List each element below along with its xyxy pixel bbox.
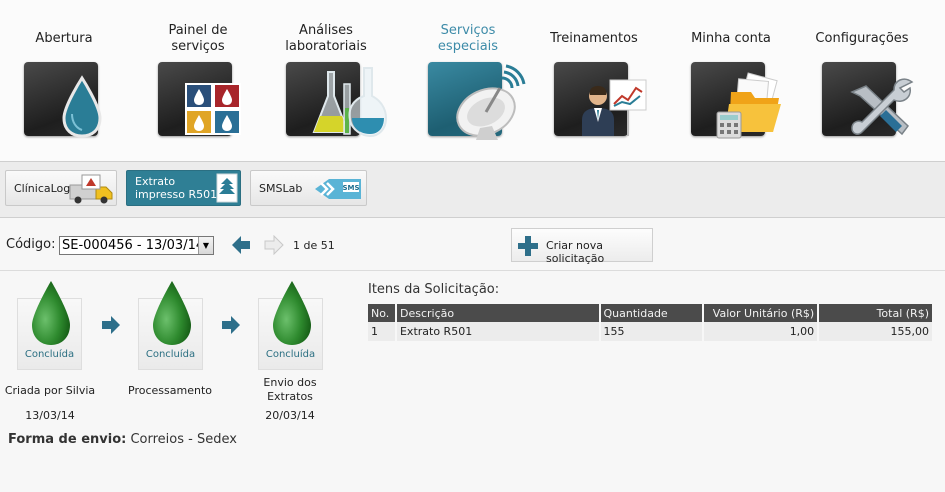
cell-descricao: Extrato R501 [395, 322, 601, 341]
pager-indicator: 1 de 51 [293, 239, 335, 252]
nav-abertura[interactable]: Abertura [0, 0, 129, 150]
nav-treinamentos-label: Treinamentos [550, 31, 638, 46]
stage-3-date: 20/03/14 [265, 409, 315, 422]
stage-3-caption: Envio dos Extratos [263, 376, 317, 403]
shipping-value: Correios - Sedex [130, 432, 237, 447]
stage-2-status: Concluída [145, 349, 196, 360]
tools-icon [822, 62, 914, 136]
cell-valor-unitario: 1,00 [703, 322, 820, 341]
request-toolbar: Código: SE-000456 - 13/03/14 ▼ 1 de 51 C… [0, 218, 945, 270]
column-header-valor-unitario: Valor Unitário (R$) [703, 304, 820, 322]
delivery-truck-icon [69, 174, 113, 204]
stage-1-status: Concluída [24, 349, 75, 360]
lab-flasks-icon [286, 62, 388, 138]
stage-1-date: 13/03/14 [25, 409, 75, 422]
document-icon [216, 173, 238, 203]
drop-icon [24, 62, 102, 138]
main-navigation: Abertura Painel de serviços Análises lab… [0, 0, 945, 162]
green-drop-icon [153, 281, 191, 345]
service-panel-icon [158, 62, 241, 136]
green-drop-icon [273, 281, 311, 345]
nav-analises-label: Análises laboratoriais [285, 23, 367, 54]
presenter-icon [554, 62, 647, 136]
folder-calculator-icon [691, 62, 781, 139]
chevron-down-icon: ▼ [198, 237, 213, 254]
nav-analises[interactable]: Análises laboratoriais [261, 0, 391, 150]
codigo-label: Código: [6, 237, 56, 252]
nav-minha-conta[interactable]: Minha conta [666, 0, 796, 150]
subnav-extrato-button[interactable]: Extrato impresso R501 [126, 170, 241, 206]
column-header-descricao: Descrição [395, 304, 601, 322]
subnav-clinicalog-label: ClínicaLog [14, 181, 71, 195]
column-header-total: Total (R$) [818, 304, 934, 322]
items-title: Itens da Solicitação: [368, 282, 500, 297]
cell-quantidade: 155 [599, 322, 705, 341]
toolbar-divider [0, 270, 945, 271]
shipping-label: Forma de envio: [8, 432, 127, 447]
nav-servicos-especiais[interactable]: Serviços especiais [403, 0, 533, 150]
cell-no: 1 [368, 322, 397, 341]
codigo-select-value: SE-000456 - 13/03/14 [62, 238, 205, 253]
nav-abertura-label: Abertura [35, 31, 93, 46]
subnav-clinicalog-button[interactable]: ClínicaLog [5, 170, 117, 206]
stage-3-status: Concluída [265, 349, 316, 360]
plus-icon [518, 236, 538, 256]
subnav-extrato-label: Extrato impresso R501 [135, 175, 218, 201]
nav-minha-conta-label: Minha conta [691, 31, 771, 46]
table-row[interactable]: 1 Extrato R501 155 1,00 155,00 [368, 322, 934, 341]
subnav-smslab-label: SMSLab [259, 181, 303, 195]
create-request-button[interactable]: Criar nova solicitação [511, 228, 653, 265]
workflow-stage-1: Concluída [17, 281, 82, 370]
stage-2-caption: Processamento [128, 384, 212, 397]
nav-servicos-label: Serviços especiais [437, 23, 499, 54]
previous-arrow-icon[interactable] [231, 235, 251, 255]
sms-badge: SMS [342, 184, 359, 192]
subnav-smslab-button[interactable]: SMSLab SMS [250, 170, 367, 206]
nav-painel-servicos[interactable]: Painel de serviços [133, 0, 263, 150]
shipping-method: Forma de envio: Correios - Sedex [8, 432, 237, 447]
sms-chevron-icon: SMS [315, 179, 361, 199]
workflow-stage-2: Concluída [138, 281, 203, 370]
green-drop-icon [32, 281, 70, 345]
nav-configuracoes[interactable]: Configurações [797, 0, 927, 150]
nav-painel-label: Painel de serviços [168, 23, 228, 54]
cell-total: 155,00 [818, 322, 934, 341]
sub-navigation: ClínicaLog Extrato impresso R501 SMSLab … [0, 162, 945, 217]
nav-treinamentos[interactable]: Treinamentos [529, 0, 659, 150]
satellite-dish-icon [428, 62, 526, 140]
column-header-quantidade: Quantidade [599, 304, 705, 322]
workflow-stage-3: Concluída [258, 281, 323, 370]
column-header-no: No. [368, 304, 397, 322]
items-table: No. Descrição Quantidade Valor Unitário … [368, 304, 934, 341]
stage-arrow-icon [102, 316, 120, 334]
nav-configuracoes-label: Configurações [815, 31, 909, 46]
stage-arrow-icon [222, 316, 240, 334]
stage-1-caption: Criada por Silvia [4, 384, 96, 397]
table-header-row: No. Descrição Quantidade Valor Unitário … [368, 304, 934, 322]
codigo-select[interactable]: SE-000456 - 13/03/14 ▼ [59, 236, 214, 255]
next-arrow-icon[interactable] [264, 235, 284, 255]
create-request-label: Criar nova solicitação [546, 239, 605, 265]
